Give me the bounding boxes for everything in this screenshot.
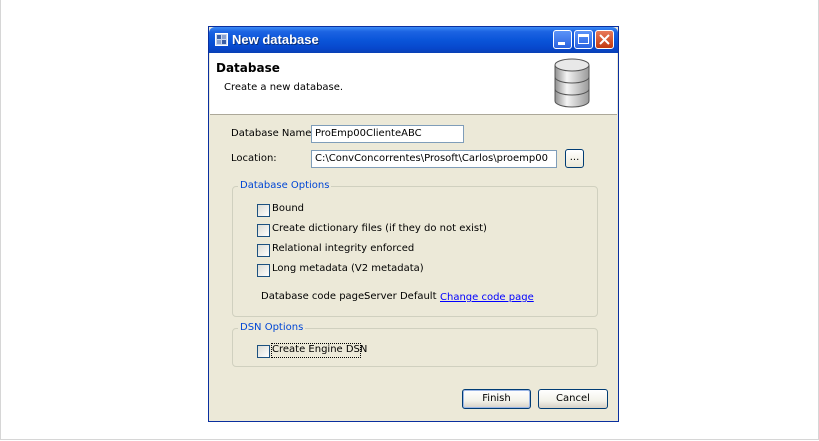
long-metadata-checkbox[interactable] bbox=[257, 264, 270, 277]
minimize-icon bbox=[558, 42, 565, 45]
app-icon bbox=[215, 33, 228, 46]
change-code-page-link[interactable]: Change code page bbox=[440, 292, 534, 303]
dsn-options-legend: DSN Options bbox=[238, 322, 306, 333]
title-bar[interactable]: New database bbox=[209, 27, 618, 53]
location-label: Location: bbox=[231, 153, 277, 164]
banner-description: Create a new database. bbox=[224, 82, 344, 93]
create-engine-dsn-checkbox[interactable] bbox=[257, 345, 270, 358]
cancel-button[interactable]: Cancel bbox=[538, 389, 608, 409]
long-metadata-label: Long metadata (V2 metadata) bbox=[272, 263, 424, 274]
code-page-value: Server Default bbox=[364, 291, 437, 302]
database-name-label: Database Name: bbox=[231, 128, 315, 139]
maximize-icon bbox=[578, 34, 589, 44]
minimize-button[interactable] bbox=[553, 30, 572, 49]
close-icon bbox=[599, 34, 610, 45]
focus-rectangle bbox=[271, 343, 361, 358]
relational-integrity-label: Relational integrity enforced bbox=[272, 243, 415, 254]
database-options-legend: Database Options bbox=[238, 180, 332, 191]
database-icon bbox=[554, 58, 590, 108]
relational-integrity-checkbox[interactable] bbox=[257, 244, 270, 257]
maximize-button[interactable] bbox=[574, 30, 593, 49]
browse-button[interactable]: ... bbox=[565, 149, 584, 168]
bound-label: Bound bbox=[272, 203, 305, 214]
banner-title: Database bbox=[216, 61, 280, 75]
close-button[interactable] bbox=[595, 30, 614, 49]
finish-button[interactable]: Finish bbox=[462, 389, 531, 409]
create-dictionary-label: Create dictionary files (if they do not … bbox=[272, 223, 487, 234]
window-title: New database bbox=[232, 32, 319, 47]
bound-checkbox[interactable] bbox=[257, 204, 270, 217]
location-input[interactable]: C:\ConvConcorrentes\Prosoft\Carlos\proem… bbox=[311, 150, 557, 168]
code-page-label: Database code page: bbox=[261, 291, 368, 302]
header-banner: Database Create a new database. bbox=[210, 53, 617, 115]
new-database-dialog: New database Database Create a new datab… bbox=[209, 27, 618, 421]
create-dictionary-checkbox[interactable] bbox=[257, 224, 270, 237]
database-name-input[interactable]: ProEmp00ClienteABC bbox=[311, 125, 464, 143]
